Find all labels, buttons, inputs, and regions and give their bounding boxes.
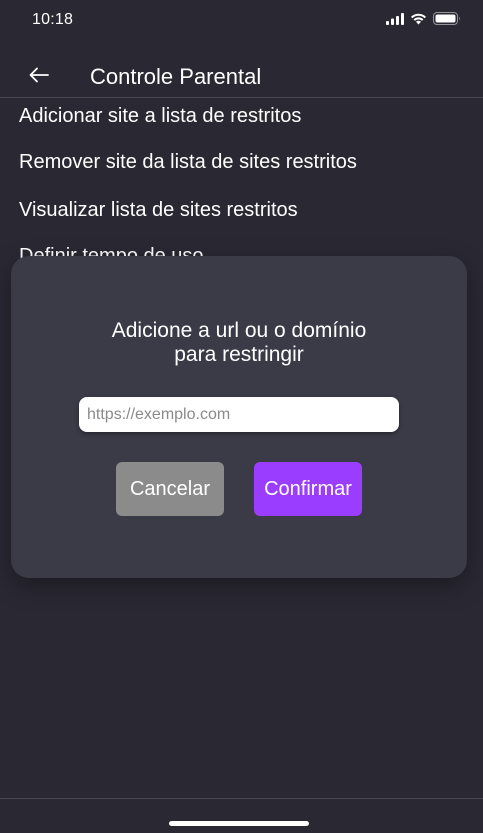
menu-item-add-site[interactable]: Adicionar site a lista de restritos [19, 105, 301, 128]
url-input[interactable] [79, 397, 399, 432]
menu-item-remove-site[interactable]: Remover site da lista de sites restritos [19, 151, 357, 174]
status-icons [386, 12, 461, 25]
status-bar: 10:18 [0, 0, 483, 44]
dialog-title-line-1: Adicione a url ou o domínio [111, 319, 367, 342]
app-header: Controle Parental [0, 56, 483, 98]
status-time: 10:18 [32, 11, 74, 28]
cellular-signal-icon [386, 12, 404, 25]
confirm-button[interactable]: Confirmar [254, 462, 362, 516]
dialog-title: Adicione a url ou o domínio para restrin… [11, 319, 467, 367]
dialog-title-line-2: para restringir [174, 343, 304, 366]
back-button[interactable] [24, 64, 54, 90]
battery-icon [433, 12, 461, 25]
bottom-divider [0, 798, 483, 799]
screen: 10:18 Controle Parental Adicionar site a… [0, 0, 483, 833]
add-site-dialog: Adicione a url ou o domínio para restrin… [11, 256, 467, 578]
arrow-left-icon [29, 67, 49, 88]
wifi-icon [410, 13, 427, 25]
menu-item-view-list[interactable]: Visualizar lista de sites restritos [19, 199, 298, 222]
cancel-button[interactable]: Cancelar [116, 462, 224, 516]
home-indicator [169, 821, 309, 826]
page-title: Controle Parental [90, 64, 262, 89]
